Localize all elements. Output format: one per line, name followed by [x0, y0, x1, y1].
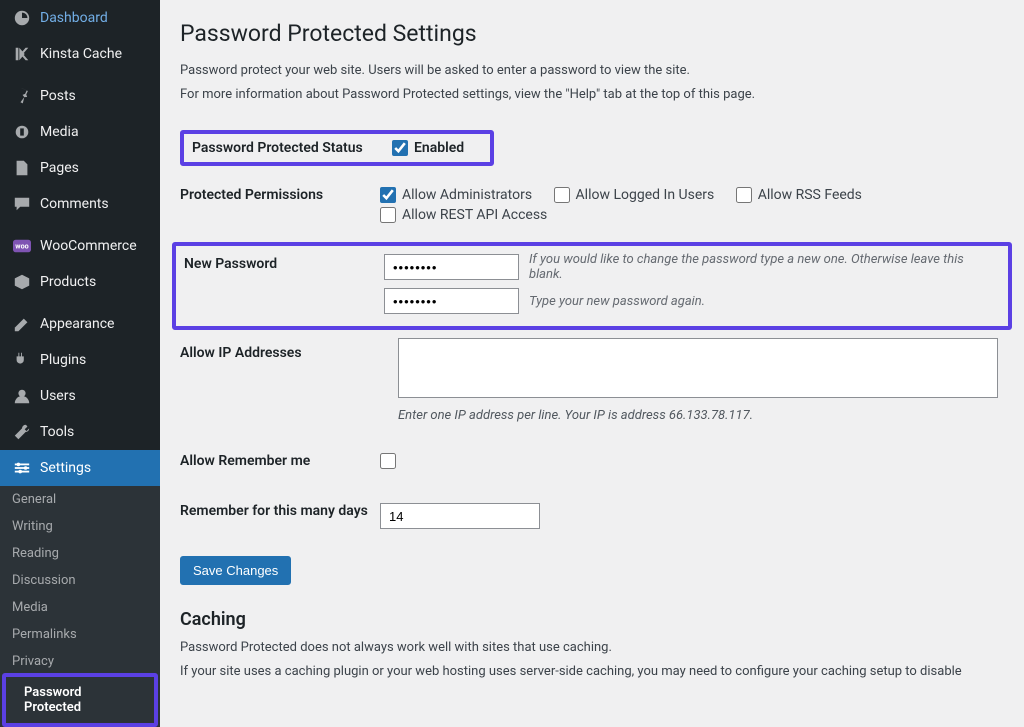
intro-text-2: For more information about Password Prot… — [180, 85, 1004, 105]
perm-admin[interactable]: Allow Administrators — [380, 187, 532, 203]
perm-admin-checkbox[interactable] — [380, 187, 396, 203]
kinsta-icon — [12, 44, 32, 64]
caching-heading: Caching — [180, 609, 1004, 630]
sidebar-item-label: Appearance — [40, 316, 114, 332]
newpw-hint2: Type your new password again. — [529, 294, 705, 309]
ip-hint: Enter one IP address per line. Your IP i… — [380, 408, 1004, 423]
sidebar-item-label: Pages — [40, 160, 79, 176]
plugins-icon — [12, 350, 32, 370]
sidebar-item-settings[interactable]: Settings — [0, 450, 160, 486]
newpw-hint1: If you would like to change the password… — [529, 252, 1000, 282]
remember-days-label: Remember for this many days — [180, 488, 380, 544]
sidebar-item-media[interactable]: Media — [0, 114, 160, 150]
sidebar-item-label: WooCommerce — [40, 238, 137, 254]
sidebar-item-products[interactable]: Products — [0, 264, 160, 300]
subitem-media[interactable]: Media — [0, 594, 160, 621]
sidebar-item-pages[interactable]: Pages — [0, 150, 160, 186]
subitem-writing[interactable]: Writing — [0, 513, 160, 540]
sidebar-item-users[interactable]: Users — [0, 378, 160, 414]
remember-days-input[interactable] — [380, 503, 540, 529]
subitem-general[interactable]: General — [0, 486, 160, 513]
sidebar-item-label: Media — [40, 124, 79, 140]
subitem-reading[interactable]: Reading — [0, 540, 160, 567]
users-icon — [12, 386, 32, 406]
sidebar-item-kinsta[interactable]: Kinsta Cache — [0, 36, 160, 72]
newpw-label: New Password — [184, 252, 384, 320]
perm-rss-checkbox[interactable] — [736, 187, 752, 203]
pin-icon — [12, 86, 32, 106]
sidebar-item-label: Plugins — [40, 352, 86, 368]
dashboard-icon — [12, 8, 32, 28]
sidebar-item-label: Tools — [40, 424, 74, 440]
remember-label: Allow Remember me — [180, 438, 380, 488]
page-title: Password Protected Settings — [180, 20, 1004, 47]
sidebar-item-tools[interactable]: Tools — [0, 414, 160, 450]
subitem-privacy[interactable]: Privacy — [0, 648, 160, 675]
settings-icon — [12, 458, 32, 478]
ip-label: Allow IP Addresses — [180, 330, 380, 438]
perm-logged-checkbox[interactable] — [554, 187, 570, 203]
settings-submenu: General Writing Reading Discussion Media… — [0, 486, 160, 727]
permissions-label: Protected Permissions — [180, 172, 380, 242]
new-password-input[interactable] — [384, 254, 519, 280]
svg-text:woo: woo — [15, 242, 28, 251]
save-button[interactable]: Save Changes — [180, 556, 291, 585]
products-icon — [12, 272, 32, 292]
sidebar-item-dashboard[interactable]: Dashboard — [0, 0, 160, 36]
pages-icon — [12, 158, 32, 178]
sidebar-item-label: Settings — [40, 460, 91, 476]
admin-sidebar: Dashboard Kinsta Cache Posts Media Pages… — [0, 0, 160, 679]
tools-icon — [12, 422, 32, 442]
sidebar-item-label: Dashboard — [40, 10, 108, 26]
perm-rest[interactable]: Allow REST API Access — [380, 207, 547, 223]
status-label: Password Protected Status — [192, 140, 392, 156]
sidebar-item-appearance[interactable]: Appearance — [0, 306, 160, 342]
perm-rest-checkbox[interactable] — [380, 207, 396, 223]
subitem-password-protected[interactable]: Password Protected — [12, 679, 148, 721]
appearance-icon — [12, 314, 32, 334]
sidebar-item-label: Posts — [40, 88, 76, 104]
sidebar-item-plugins[interactable]: Plugins — [0, 342, 160, 378]
subitem-permalinks[interactable]: Permalinks — [0, 621, 160, 648]
comments-icon — [12, 194, 32, 214]
sidebar-item-posts[interactable]: Posts — [0, 78, 160, 114]
ip-textarea[interactable] — [398, 338, 998, 398]
main-content: Password Protected Settings Password pro… — [160, 0, 1024, 679]
remember-checkbox[interactable] — [380, 453, 396, 469]
sidebar-item-label: Kinsta Cache — [40, 46, 122, 62]
sidebar-item-label: Products — [40, 274, 96, 290]
sidebar-item-woo[interactable]: woo WooCommerce — [0, 228, 160, 264]
caching-p1: Password Protected does not always work … — [180, 638, 1004, 658]
confirm-password-input[interactable] — [384, 288, 519, 314]
woocommerce-icon: woo — [12, 236, 32, 256]
perm-logged[interactable]: Allow Logged In Users — [554, 187, 715, 203]
enabled-checkbox-label[interactable]: Enabled — [392, 140, 464, 156]
sidebar-item-comments[interactable]: Comments — [0, 186, 160, 222]
perm-rss[interactable]: Allow RSS Feeds — [736, 187, 862, 203]
sidebar-item-label: Users — [40, 388, 76, 404]
intro-text-1: Password protect your web site. Users wi… — [180, 61, 1004, 81]
subitem-discussion[interactable]: Discussion — [0, 567, 160, 594]
enabled-checkbox[interactable] — [392, 140, 408, 156]
caching-p2: If your site uses a caching plugin or yo… — [180, 662, 1004, 680]
sidebar-item-label: Comments — [40, 196, 109, 212]
media-icon — [12, 122, 32, 142]
